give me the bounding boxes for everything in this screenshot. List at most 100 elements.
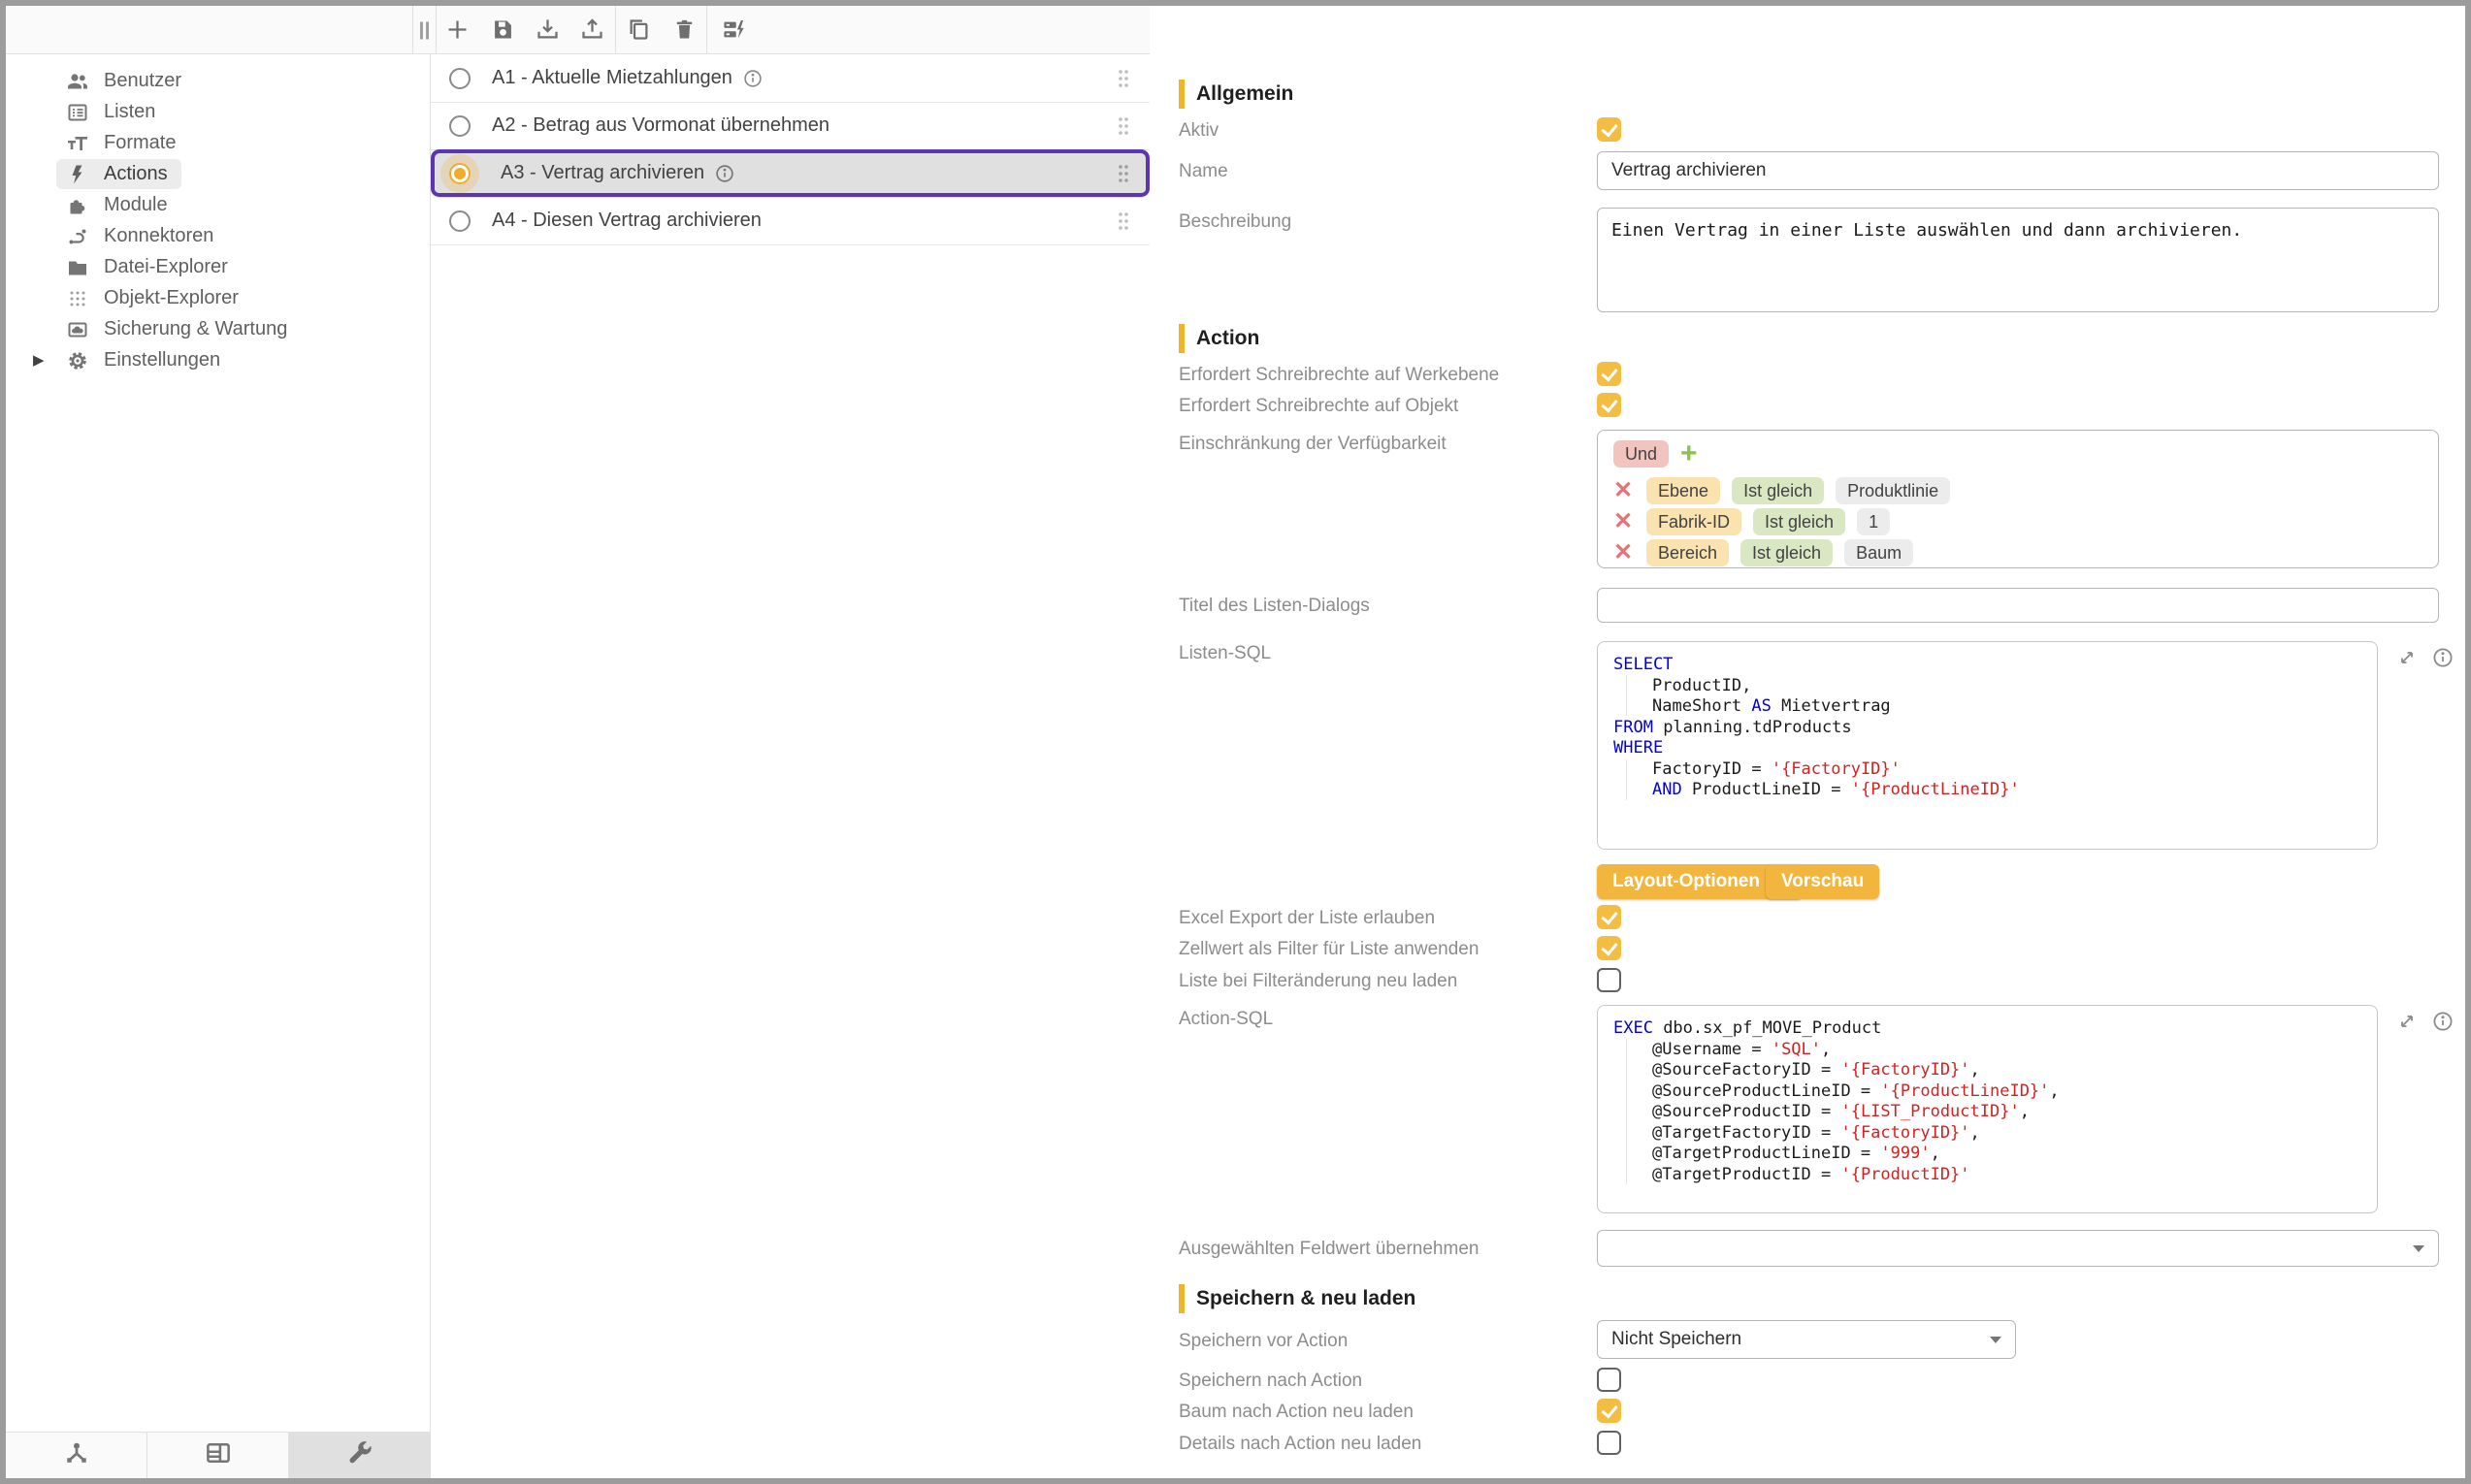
action-sql-editor[interactable]: EXEC dbo.sx_pf_MOVE_Product @Username = … <box>1597 1005 2378 1213</box>
save-button[interactable] <box>490 16 516 43</box>
write-level-label: Erfordert Schreibrechte auf Werkebene <box>1179 365 1499 386</box>
add-condition-icon[interactable]: + <box>1680 440 1698 468</box>
info-icon[interactable] <box>2431 646 2455 669</box>
sidebar-item-actions[interactable]: Actions <box>56 159 181 189</box>
route-icon <box>66 225 89 248</box>
sidebar-item-sicherung[interactable]: Sicherung & Wartung <box>56 314 301 344</box>
condition-value-chip[interactable]: Produktlinie <box>1836 477 1950 504</box>
condition-value-chip[interactable]: Baum <box>1844 539 1913 566</box>
toolbar <box>6 6 1150 54</box>
beschreibung-textarea[interactable]: Einen Vertrag in einer Liste auswählen u… <box>1597 208 2439 312</box>
action-row-a3-selected[interactable]: A3 - Vertrag archivieren <box>431 149 1150 198</box>
cell-filter-checkbox[interactable] <box>1597 936 1621 960</box>
info-icon[interactable] <box>742 68 764 89</box>
write-object-checkbox[interactable] <box>1597 393 1621 417</box>
reload-tree-checkbox[interactable] <box>1597 1399 1621 1423</box>
indent-guide <box>1626 1039 1627 1184</box>
condition-field-chip[interactable]: Ebene <box>1646 477 1720 504</box>
tree-icon <box>62 1438 91 1472</box>
sidebar-item-module[interactable]: Module <box>56 190 181 220</box>
radio-button[interactable] <box>449 210 471 232</box>
condition-value-chip[interactable]: 1 <box>1857 508 1890 535</box>
action-row-label: A4 - Diesen Vertrag archivieren <box>492 210 762 232</box>
save-after-checkbox[interactable] <box>1597 1368 1621 1392</box>
excel-export-checkbox[interactable] <box>1597 905 1621 929</box>
sidebar-item-label: Actions <box>104 163 168 185</box>
action-row-a1[interactable]: A1 - Aktuelle Mietzahlungen <box>431 54 1150 103</box>
condition-operator-chip[interactable]: Ist gleich <box>1753 508 1845 535</box>
add-button[interactable] <box>444 16 471 43</box>
remove-condition-icon[interactable]: ✕ <box>1613 477 1635 504</box>
condition-field-chip[interactable]: Fabrik-ID <box>1646 508 1741 535</box>
list-icon <box>66 101 89 124</box>
sidebar-item-benutzer[interactable]: Benutzer <box>56 66 195 96</box>
bolt-icon <box>66 163 89 186</box>
condition-row: ✕ Ebene Ist gleich Produktlinie <box>1613 477 1950 504</box>
write-object-label: Erfordert Schreibrechte auf Objekt <box>1179 396 1458 417</box>
sidebar-item-formate[interactable]: Formate <box>56 128 189 158</box>
save-before-label: Speichern vor Action <box>1179 1331 1348 1352</box>
section-allgemein: Allgemein <box>1179 80 1293 109</box>
remove-condition-icon[interactable]: ✕ <box>1613 508 1635 535</box>
name-input[interactable] <box>1597 151 2439 190</box>
section-accent-bar <box>1179 324 1185 353</box>
reload-details-checkbox[interactable] <box>1597 1431 1621 1455</box>
save-after-label: Speichern nach Action <box>1179 1371 1362 1392</box>
copy-button[interactable] <box>626 16 652 43</box>
tab-tree-view[interactable] <box>6 1433 147 1478</box>
drag-handle-icon[interactable] <box>1117 163 1130 184</box>
sidebar-item-label: Sicherung & Wartung <box>104 318 287 340</box>
sidebar-item-konnektoren[interactable]: Konnektoren <box>56 221 227 251</box>
condition-field-chip[interactable]: Bereich <box>1646 539 1729 566</box>
chevron-down-icon <box>2413 1245 2424 1252</box>
puzzle-icon <box>66 194 89 217</box>
drag-handle-icon[interactable] <box>1117 115 1130 137</box>
radio-button-checked[interactable] <box>449 163 471 184</box>
expand-icon[interactable] <box>2395 1010 2419 1033</box>
aktiv-label: Aktiv <box>1179 120 1219 142</box>
action-row-a4[interactable]: A4 - Diesen Vertrag archivieren <box>431 197 1150 245</box>
reload-filter-label: Liste bei Filteränderung neu laden <box>1179 971 1457 992</box>
condition-operator-chip[interactable]: Ist gleich <box>1732 477 1824 504</box>
panel-resize-handle-icon[interactable] <box>411 17 438 44</box>
upload-button[interactable] <box>579 16 605 43</box>
write-level-checkbox[interactable] <box>1597 362 1621 386</box>
sidebar-item-datei-explorer[interactable]: Datei-Explorer <box>56 252 242 282</box>
sidebar-item-listen[interactable]: Listen <box>56 97 169 127</box>
info-icon[interactable] <box>714 163 735 184</box>
divider <box>615 6 616 53</box>
radio-button[interactable] <box>449 115 471 137</box>
tab-layout-view[interactable] <box>147 1433 289 1478</box>
dialog-title-input[interactable] <box>1597 588 2439 623</box>
info-icon[interactable] <box>2431 1010 2455 1033</box>
aktiv-checkbox[interactable] <box>1597 117 1621 142</box>
reload-filter-checkbox[interactable] <box>1597 968 1621 992</box>
section-accent-bar <box>1179 1284 1185 1313</box>
sidebar-item-einstellungen[interactable]: Einstellungen <box>56 345 234 375</box>
remove-condition-icon[interactable]: ✕ <box>1613 539 1635 566</box>
condition-operator-chip[interactable]: Ist gleich <box>1740 539 1833 566</box>
drag-handle-icon[interactable] <box>1117 68 1130 89</box>
action-row-a2[interactable]: A2 - Betrag aus Vormonat übernehmen <box>431 102 1150 150</box>
section-accent-bar <box>1179 80 1185 109</box>
tab-settings-view[interactable] <box>289 1433 430 1478</box>
save-before-select[interactable]: Nicht Speichern <box>1597 1320 2016 1359</box>
action-sql-label: Action-SQL <box>1179 1009 1273 1030</box>
folder-icon <box>66 256 89 279</box>
field-value-label: Ausgewählten Feldwert übernehmen <box>1179 1239 1479 1260</box>
excel-export-label: Excel Export der Liste erlauben <box>1179 908 1435 929</box>
delete-button[interactable] <box>671 16 698 43</box>
operator-chip[interactable]: Und <box>1613 440 1669 468</box>
list-action-icon[interactable] <box>721 16 747 43</box>
chevron-right-icon[interactable]: ▶ <box>33 351 45 369</box>
listen-sql-editor[interactable]: SELECT ProductID, NameShort AS Mietvertr… <box>1597 641 2378 850</box>
preview-button[interactable]: Vorschau <box>1766 864 1879 899</box>
download-button[interactable] <box>535 16 561 43</box>
expand-icon[interactable] <box>2395 646 2419 669</box>
availability-condition-box: Und + ✕ Ebene Ist gleich Produktlinie ✕ … <box>1597 430 2439 568</box>
field-value-select[interactable] <box>1597 1230 2439 1267</box>
sidebar-item-objekt-explorer[interactable]: Objekt-Explorer <box>56 283 252 313</box>
radio-button[interactable] <box>449 68 471 89</box>
drag-handle-icon[interactable] <box>1117 210 1130 232</box>
detail-panel: Allgemein Aktiv Name Beschreibung Einen … <box>1151 6 2465 1478</box>
